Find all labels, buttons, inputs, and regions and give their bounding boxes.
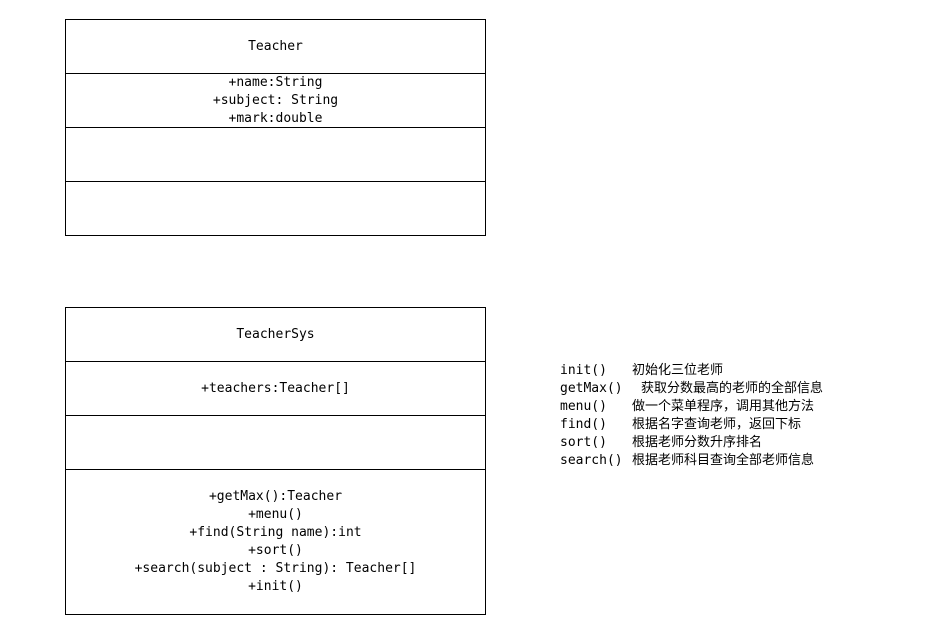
note-row: menu() 做一个菜单程序，调用其他方法 — [560, 398, 823, 416]
attribute: +mark:double — [228, 110, 323, 126]
class-name: TeacherSys — [236, 326, 315, 342]
note-description: 根据老师分数升序排名 — [632, 435, 763, 450]
note-method: menu() — [560, 399, 607, 414]
note-row: sort() 根据老师分数升序排名 — [560, 434, 823, 452]
class-name: Teacher — [248, 38, 303, 54]
operation: +sort() — [248, 543, 303, 558]
class-teacher: Teacher +name:String +subject: String +m… — [65, 19, 486, 236]
operation: +find(String name):int — [189, 525, 362, 540]
note-row: find() 根据名字查询老师，返回下标 — [560, 416, 823, 434]
operation: +menu() — [248, 507, 303, 522]
note-description: 做一个菜单程序，调用其他方法 — [632, 399, 815, 414]
note-method: getMax() — [560, 381, 623, 396]
empty-section — [66, 127, 485, 181]
note-description: 获取分数最高的老师的全部信息 — [641, 381, 824, 396]
operations-section — [66, 181, 485, 235]
note-method: search() — [560, 453, 623, 468]
note-method: find() — [560, 417, 607, 432]
note-method: sort() — [560, 435, 607, 450]
attribute: +teachers:Teacher[] — [201, 380, 350, 396]
attributes-section: +name:String +subject: String +mark:doub… — [66, 73, 485, 127]
note-description: 根据老师科目查询全部老师信息 — [632, 453, 815, 468]
operations-section: +getMax():Teacher +menu() +find(String n… — [66, 469, 485, 614]
note-row: search() 根据老师科目查询全部老师信息 — [560, 452, 823, 470]
attributes-section: +teachers:Teacher[] — [66, 361, 485, 415]
attribute: +name:String — [228, 74, 323, 90]
attribute: +subject: String — [212, 92, 339, 108]
operation: +search(subject : String): Teacher[] — [134, 561, 417, 576]
note-method: init() — [560, 363, 607, 378]
empty-section — [66, 415, 485, 469]
note-description: 初始化三位老师 — [632, 363, 724, 378]
class-teachersys: TeacherSys +teachers:Teacher[] +getMax()… — [65, 307, 486, 615]
note-description: 根据名字查询老师，返回下标 — [632, 417, 802, 432]
note-row: init() 初始化三位老师 — [560, 362, 823, 380]
operation: +getMax():Teacher — [208, 489, 343, 504]
method-notes: init() 初始化三位老师 getMax() 获取分数最高的老师的全部信息 men… — [560, 362, 823, 470]
operation: +init() — [248, 579, 303, 594]
note-row: getMax() 获取分数最高的老师的全部信息 — [560, 380, 823, 398]
